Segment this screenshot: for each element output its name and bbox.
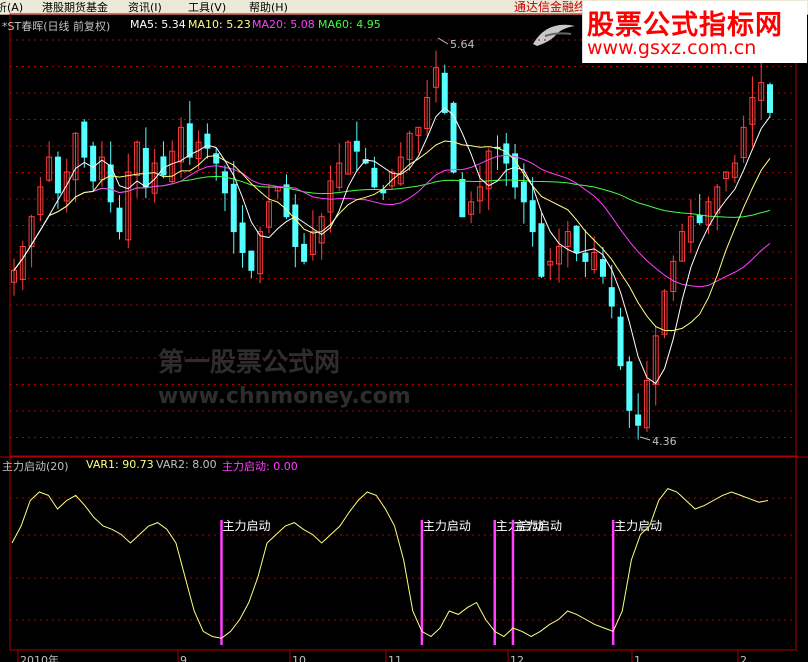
candle-body [81,121,88,158]
candle-body [459,178,466,218]
ma10-label: MA10: 5.23 [188,18,251,31]
candle-body [371,167,378,188]
date-tick-label: 10 [292,654,306,662]
ma5-label: MA5: 5.34 [130,18,186,31]
candle-body [582,252,589,262]
candle-body [116,207,123,233]
ma60-label: MA60: 4.95 [318,18,381,31]
candle-body [520,181,527,203]
var2-label: VAR2: 8.00 [156,458,217,471]
date-tick-label: 2 [740,654,747,662]
candle-body [160,156,167,176]
candle-body [635,414,642,426]
date-tick-label: 2010年 [20,653,59,662]
candle-body [538,223,545,277]
signal-text: 主力启动 [222,519,270,533]
candle-body [529,200,536,233]
date-tick-label: 12 [510,654,524,662]
candle-body [186,123,193,158]
signal-text: 主力启动 [514,519,562,533]
candle-body [608,287,615,307]
indicator-name: 主力启动(20) [2,460,69,473]
candle-body [767,84,773,113]
signal-text: 主力启动 [423,519,471,533]
signal-text: 主力启动 [614,519,662,533]
candle-body [617,316,624,367]
watermark-url: www.gsxz.com.cn [587,37,757,59]
low-pointer [639,436,651,441]
high-price-label: 5.64 [450,38,475,51]
candle-body [626,361,633,411]
candle-body [573,225,580,253]
candle-body [248,250,255,271]
candle-body [90,145,97,182]
signal-label: 主力启动: 0.00 [222,460,298,473]
date-tick-label: 11 [388,654,402,662]
candle-body [441,72,448,113]
candle-body [230,183,237,233]
low-price-label: 4.36 [652,435,677,448]
candle-body [54,156,61,194]
site-watermark: 股票公式指标网 www.gsxz.com.cn [582,1,807,63]
var1-label: VAR1: 90.73 [86,458,154,471]
kline-chart[interactable]: 5.644.36主力启动 主力启动 主力启动主力启动 主力启动2010年 9 10 11 12… [0,0,808,662]
candle-body [221,171,228,194]
candle-body [696,214,703,224]
candle-body [353,140,360,152]
date-tick-label: 1 [634,654,641,662]
stock-title: *ST春晖(日线 前复权) [2,20,111,33]
ma5-line [13,106,771,385]
candle-body [239,222,246,253]
high-pointer [437,37,449,45]
sub-panel-frame [9,456,797,651]
candle-body [292,204,299,247]
date-tick-label: 9 [180,654,187,662]
ma60-line [13,175,771,271]
candle-body [142,147,149,188]
candle-body [301,243,308,262]
var1-line [11,488,769,639]
ma20-label: MA20: 5.08 [252,18,315,31]
candle-body [599,259,606,277]
candle-body [380,189,387,194]
